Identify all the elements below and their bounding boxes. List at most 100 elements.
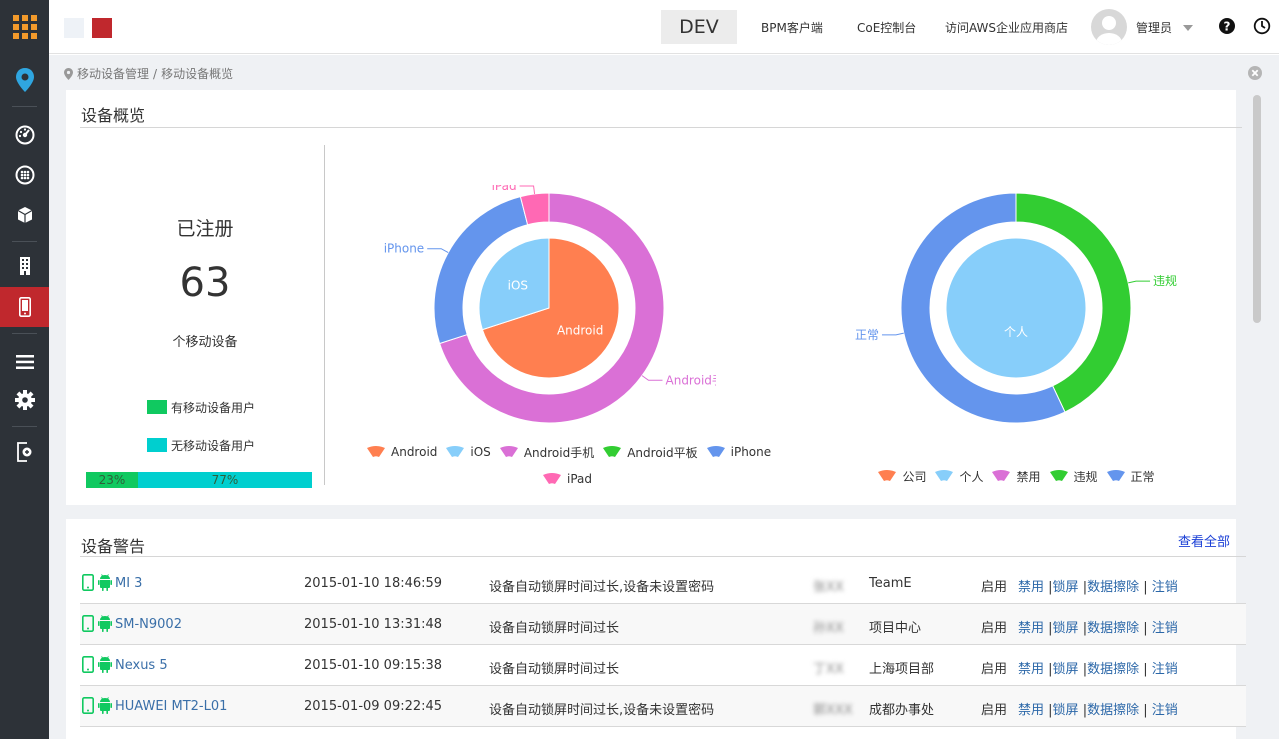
lock-screen-action[interactable]: 锁屏 [1053,662,1079,677]
disable-action[interactable]: 禁用 [1018,662,1044,677]
view-all-link[interactable]: 查看全部 [1178,531,1230,550]
sidebar-item-building[interactable] [0,246,49,286]
alert-time: 2015-01-09 09:22:45 [304,699,443,714]
device-name[interactable]: HUAWEI MT2-L01 [115,699,227,714]
mobile-device-icon [82,574,94,591]
deregister-action[interactable]: 注销 [1152,580,1178,595]
android-icon [98,697,113,714]
device-name[interactable]: SM-N9002 [115,617,182,632]
legend-item-e4b8aae4baba[interactable]: 个人 [934,468,983,485]
breadcrumb-root[interactable]: 移动设备管理 [77,65,149,82]
building-icon [19,257,30,275]
device-type-icons [82,697,113,718]
wipe-data-action[interactable]: 数据擦除 [1087,621,1139,636]
legend-item-android[interactable]: Android [366,445,437,459]
user-ratio-bar: 23% 77% [86,472,312,488]
deregister-action[interactable]: 注销 [1152,621,1178,636]
clock-icon[interactable] [1253,17,1271,35]
status-chart-legend: 公司 个人 禁用 违规 正常 [836,467,1196,486]
scrollbar[interactable] [1253,95,1261,323]
legend-fan-icon [1049,470,1068,481]
sidebar-item-mobile[interactable] [0,287,49,327]
sidebar-item-dashboard[interactable] [0,115,49,155]
mobile-device-icon [82,697,94,714]
device-chart-legend: Android iOS Android手机 Android平板 iPhone iPad [362,443,772,489]
disable-action[interactable]: 禁用 [1018,621,1044,636]
coe-console-link[interactable]: CoE控制台 [857,19,916,36]
alert-dept: 上海项目部 [869,662,935,677]
android-icon [98,615,113,632]
legend-item-e585ace58fb8[interactable]: 公司 [877,468,926,485]
sidebar-item-globe[interactable] [0,155,49,195]
lock-screen-action[interactable]: 锁屏 [1053,703,1079,718]
apps-grid-button[interactable] [0,0,49,54]
registered-label: 已注册 [176,218,234,240]
legend-item-androide6898be69cba[interactable]: Android手机 [499,444,594,461]
legend-item-ios[interactable]: iOS [445,445,491,459]
sidebar-item-logout[interactable] [0,432,49,472]
slice-label-e4b8aae4baba: 个人 [1004,325,1028,339]
legend-item-e6ada3e5b8b8[interactable]: 正常 [1106,468,1155,485]
help-circle-icon[interactable]: ? [1218,17,1236,35]
slice-leader-ipad [519,185,536,194]
lock-screen-action[interactable]: 锁屏 [1053,580,1079,595]
device-type-icons [82,656,113,677]
sidebar-item-location[interactable] [0,60,49,100]
alert-dept: 成都办事处 [869,703,935,718]
legend-fan-icon [499,446,518,457]
legend-item-ipad[interactable]: iPad [542,472,592,486]
env-badge[interactable]: DEV [661,10,737,44]
slice-leader-e8bf9de8a784 [1128,280,1151,284]
chevron-down-icon[interactable] [1183,25,1193,31]
legend-item-androide5b9b3e69dbf[interactable]: Android平板 [602,444,698,461]
alert-user: 丁XX [813,662,844,677]
mobile-device-icon [82,656,94,673]
slice-label-ipad: iPad [492,185,517,193]
legend-swatch-with-users [147,400,167,414]
lock-screen-action[interactable]: 锁屏 [1053,621,1079,636]
legend-item-e8bf9de8a784[interactable]: 违规 [1049,468,1098,485]
sidebar-item-menu[interactable] [0,342,49,382]
legend-item-e7a681e794a8[interactable]: 禁用 [991,468,1041,485]
vertical-divider [324,145,325,485]
mobile-device-icon [18,297,31,317]
wipe-data-action[interactable]: 数据擦除 [1087,662,1139,677]
android-icon [98,574,113,591]
device-name[interactable]: MI 3 [115,576,142,591]
sidebar-item-cube[interactable] [0,195,49,235]
disable-action[interactable]: 禁用 [1018,580,1044,595]
alert-message: 设备自动锁屏时间过长 [489,662,620,677]
alert-user: 张XX [813,580,844,595]
alert-actions: 禁用 |锁屏 |数据擦除 | 注销 [1018,662,1178,677]
menu-lines-icon [15,355,34,369]
svg-text:?: ? [1224,20,1231,34]
slice-leader-iphone [427,248,449,254]
legend-label: iOS [470,445,491,459]
alert-dept: 项目中心 [869,621,922,636]
slice-label-androide6898be69cba: Android手机 [666,373,716,387]
device-type-icons [82,615,113,636]
deregister-action[interactable]: 注销 [1152,703,1178,718]
slice-e4b8aae4baba[interactable] [945,237,1087,379]
device-name[interactable]: Nexus 5 [115,658,168,673]
alert-status: 启用 [981,621,1008,636]
panel-title-overview: 设备概览 [81,106,146,125]
username[interactable]: 管理员 [1136,19,1172,36]
alerts-panel: 设备警告 查看全部 MI 3 2015-01-10 18:46:59 设备自动锁… [66,519,1246,739]
device-type-icons [82,574,113,595]
wipe-data-action[interactable]: 数据擦除 [1087,580,1139,595]
deregister-action[interactable]: 注销 [1152,662,1178,677]
location-pin-small-icon [64,67,73,80]
slice-label-iphone: iPhone [384,242,425,256]
legend-label: iPad [566,472,592,486]
disable-action[interactable]: 禁用 [1018,703,1044,718]
table-row: HUAWEI MT2-L01 2015-01-09 09:22:45 设备自动锁… [80,686,1246,727]
sidebar-item-settings[interactable] [0,380,49,420]
logout-icon [16,442,31,462]
avatar[interactable] [1091,9,1127,45]
close-icon[interactable] [1248,66,1262,80]
bpm-client-link[interactable]: BPM客户端 [761,19,823,36]
legend-item-iphone[interactable]: iPhone [706,445,771,459]
aws-store-link[interactable]: 访问AWS企业应用商店 [945,19,1068,36]
wipe-data-action[interactable]: 数据擦除 [1087,703,1139,718]
